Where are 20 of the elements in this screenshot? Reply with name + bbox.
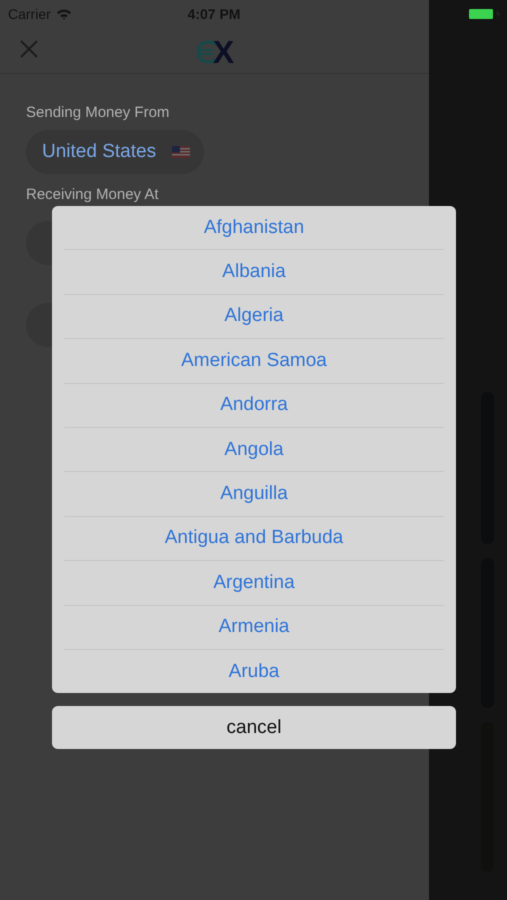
country-option[interactable]: Afghanistan — [52, 206, 456, 250]
logo-text: X — [212, 36, 234, 68]
field-label: Receiving Money At — [26, 186, 159, 203]
country-option[interactable]: Anguilla — [52, 472, 456, 516]
country-option[interactable]: Antigua and Barbuda — [52, 516, 456, 560]
field-label: Sending Money From — [26, 104, 170, 121]
country-option[interactable]: Argentina — [52, 561, 456, 605]
country-option[interactable]: Albania — [52, 250, 456, 294]
country-option[interactable]: Armenia — [52, 606, 456, 649]
country-option[interactable]: Angola — [52, 428, 456, 472]
country-selector[interactable]: United States — [26, 130, 204, 174]
close-icon[interactable] — [19, 38, 39, 58]
country-option[interactable]: American Samoa — [52, 339, 456, 383]
cancel-menu[interactable]: cancel — [52, 706, 456, 750]
country-option[interactable]: Aruba — [52, 650, 456, 694]
flag-icon — [172, 146, 190, 158]
wifi-icon — [56, 8, 72, 20]
country-option[interactable]: Algeria — [52, 294, 456, 338]
battery-icon — [469, 8, 503, 20]
country-option[interactable]: Andorra — [52, 384, 456, 427]
